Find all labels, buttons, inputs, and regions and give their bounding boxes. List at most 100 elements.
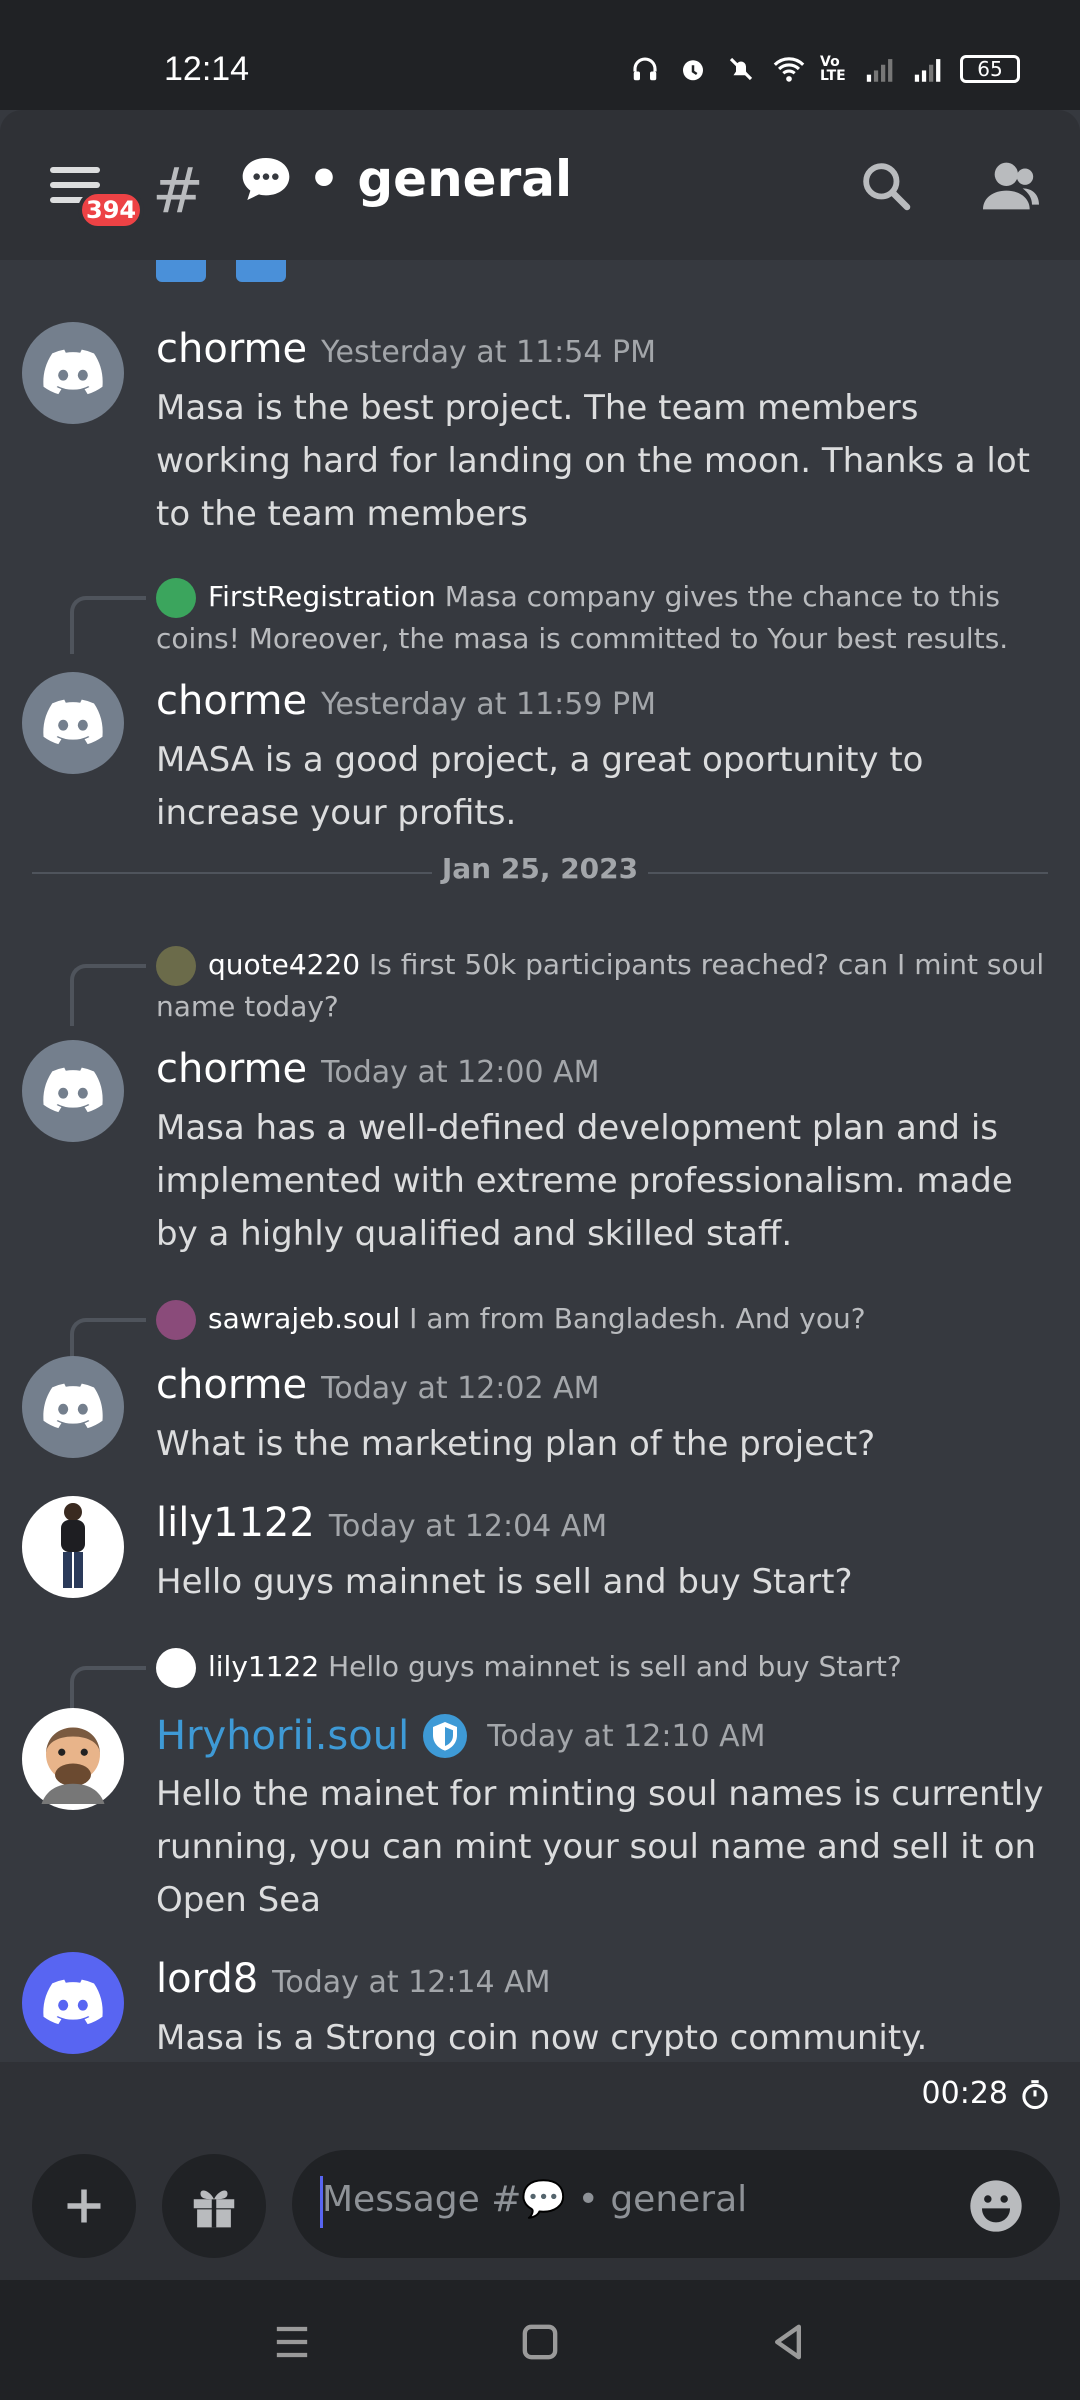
reply-username: FirstRegistration <box>208 580 436 613</box>
moderator-shield-icon <box>423 1714 468 1758</box>
discord-logo-icon <box>43 1979 103 2025</box>
battery-indicator: 65 <box>960 55 1020 83</box>
message-header: chorme Today at 12:00 AM <box>156 1046 600 1092</box>
reply-username: quote4220 <box>208 948 361 981</box>
discord-logo-icon <box>43 699 103 745</box>
avatar[interactable] <box>22 1356 124 1458</box>
timestamp: Today at 12:00 AM <box>321 1055 600 1090</box>
recents-icon <box>276 2326 308 2358</box>
timestamp: Yesterday at 11:59 PM <box>321 687 656 722</box>
message-text: MASA is a good project, a great oportuni… <box>156 740 924 833</box>
discord-logo-icon <box>43 1067 103 1113</box>
reply-preview[interactable]: quote4220 Is first 50k participants reac… <box>156 944 1066 1028</box>
message-text: What is the marketing plan of the projec… <box>156 1424 876 1464</box>
avatar[interactable] <box>22 1040 124 1142</box>
reply-avatar <box>156 1300 196 1340</box>
message-header: lord8 Today at 12:14 AM <box>156 1956 551 2002</box>
memoji-avatar-icon <box>41 1727 105 1804</box>
message-header: chorme Today at 12:02 AM <box>156 1362 600 1408</box>
timestamp: Yesterday at 11:54 PM <box>321 335 656 370</box>
username[interactable]: lord8 <box>156 1956 258 2002</box>
timestamp: Today at 12:04 AM <box>328 1509 608 1544</box>
reply-avatar <box>156 1648 196 1688</box>
volte-label: Vo LTE <box>820 54 846 84</box>
username[interactable]: lily1122 <box>156 1500 315 1546</box>
reply-connector <box>70 1318 146 1360</box>
username[interactable]: chorme <box>156 1046 307 1092</box>
home-square-icon <box>522 2324 558 2360</box>
username[interactable]: chorme <box>156 326 307 372</box>
message-text: Masa has a well-defined development plan… <box>156 1108 1013 1254</box>
timestamp: Today at 12:02 AM <box>321 1371 600 1406</box>
partial-emoji-attachment <box>156 260 206 282</box>
reply-preview[interactable]: FirstRegistration Masa company gives the… <box>156 576 1066 660</box>
search-icon[interactable] <box>858 158 918 218</box>
discord-logo-icon <box>43 349 103 395</box>
timestamp: Today at 12:14 AM <box>272 1965 551 2000</box>
menu-icon <box>50 167 100 173</box>
emoji-button[interactable] <box>968 2178 1024 2234</box>
headphones-icon <box>628 52 662 86</box>
avatar[interactable] <box>22 1496 124 1598</box>
reply-connector <box>70 964 146 1026</box>
username[interactable]: chorme <box>156 1362 307 1408</box>
signal-icon <box>864 52 898 86</box>
reply-connector <box>70 1666 146 1712</box>
reply-connector <box>70 596 146 654</box>
alarm-icon <box>676 52 710 86</box>
timer-value: 00:28 <box>921 2076 1008 2111</box>
reply-username: sawrajeb.soul <box>208 1302 401 1335</box>
message-input[interactable]: Message #💬 • general <box>292 2150 1060 2258</box>
gift-button[interactable] <box>162 2154 266 2258</box>
partial-emoji-attachment <box>236 260 286 282</box>
date-divider: Jan 25, 2023 <box>32 852 1048 892</box>
home-button[interactable] <box>514 2316 566 2368</box>
system-nav-bar <box>0 2280 1080 2400</box>
reply-text: Hello guys mainnet is sell and buy Start… <box>328 1650 902 1683</box>
message-header: Hryhorii.soul Today at 12:10 AM <box>156 1712 766 1760</box>
avatar[interactable] <box>22 672 124 774</box>
back-button[interactable] <box>762 2316 814 2368</box>
avatar[interactable] <box>22 1952 124 2054</box>
channel-name: • general <box>308 150 573 208</box>
avatar[interactable] <box>22 1708 124 1810</box>
members-icon[interactable] <box>980 158 1040 218</box>
message-placeholder: Message #💬 • general <box>322 2179 748 2220</box>
reply-text: I am from Bangladesh. And you? <box>409 1302 866 1335</box>
username[interactable]: chorme <box>156 678 307 724</box>
status-bar: 12:14 Vo LTE 65 <box>0 0 1080 110</box>
add-attachment-button[interactable] <box>32 2154 136 2258</box>
wifi-icon <box>772 52 806 86</box>
message-header: chorme Yesterday at 11:54 PM <box>156 326 656 372</box>
timestamp: Today at 12:10 AM <box>487 1718 766 1754</box>
locked-channel-hash-icon: # <box>152 154 204 227</box>
bell-muted-icon <box>724 52 758 86</box>
reply-avatar <box>156 946 196 986</box>
channel-header: 394 # • general <box>0 110 1080 260</box>
message-text: Masa is the best project. The team membe… <box>156 388 1030 534</box>
emoji-face-icon <box>970 2180 1022 2232</box>
stopwatch-icon <box>1022 2079 1048 2109</box>
recents-button[interactable] <box>266 2316 318 2368</box>
channel-title[interactable]: • general <box>238 150 572 208</box>
date-divider-label: Jan 25, 2023 <box>441 852 639 885</box>
message-header: lily1122 Today at 12:04 AM <box>156 1500 607 1546</box>
message-composer: Message #💬 • general <box>0 2126 1080 2280</box>
reply-avatar <box>156 578 196 618</box>
message-list[interactable]: chorme Yesterday at 11:54 PM Masa is the … <box>0 260 1080 2060</box>
username[interactable]: Hryhorii.soul <box>156 1713 409 1759</box>
person-photo-icon <box>61 1503 85 1588</box>
reply-preview[interactable]: sawrajeb.soul I am from Bangladesh. And … <box>156 1298 1066 1340</box>
message-text: Masa is a Strong coin now crypto communi… <box>156 2018 928 2058</box>
reply-preview[interactable]: lily1122 Hello guys mainnet is sell and … <box>156 1646 1066 1688</box>
notification-badge: 394 <box>78 190 145 230</box>
status-icons: Vo LTE 65 <box>628 52 1020 86</box>
reply-username: lily1122 <box>208 1650 320 1683</box>
signal-icon-2 <box>912 52 946 86</box>
message-header: chorme Yesterday at 11:59 PM <box>156 678 656 724</box>
status-time: 12:14 <box>164 50 250 88</box>
plus-icon <box>67 2189 101 2223</box>
gift-icon <box>193 2190 235 2228</box>
avatar[interactable] <box>22 322 124 424</box>
back-triangle-icon <box>775 2324 801 2360</box>
